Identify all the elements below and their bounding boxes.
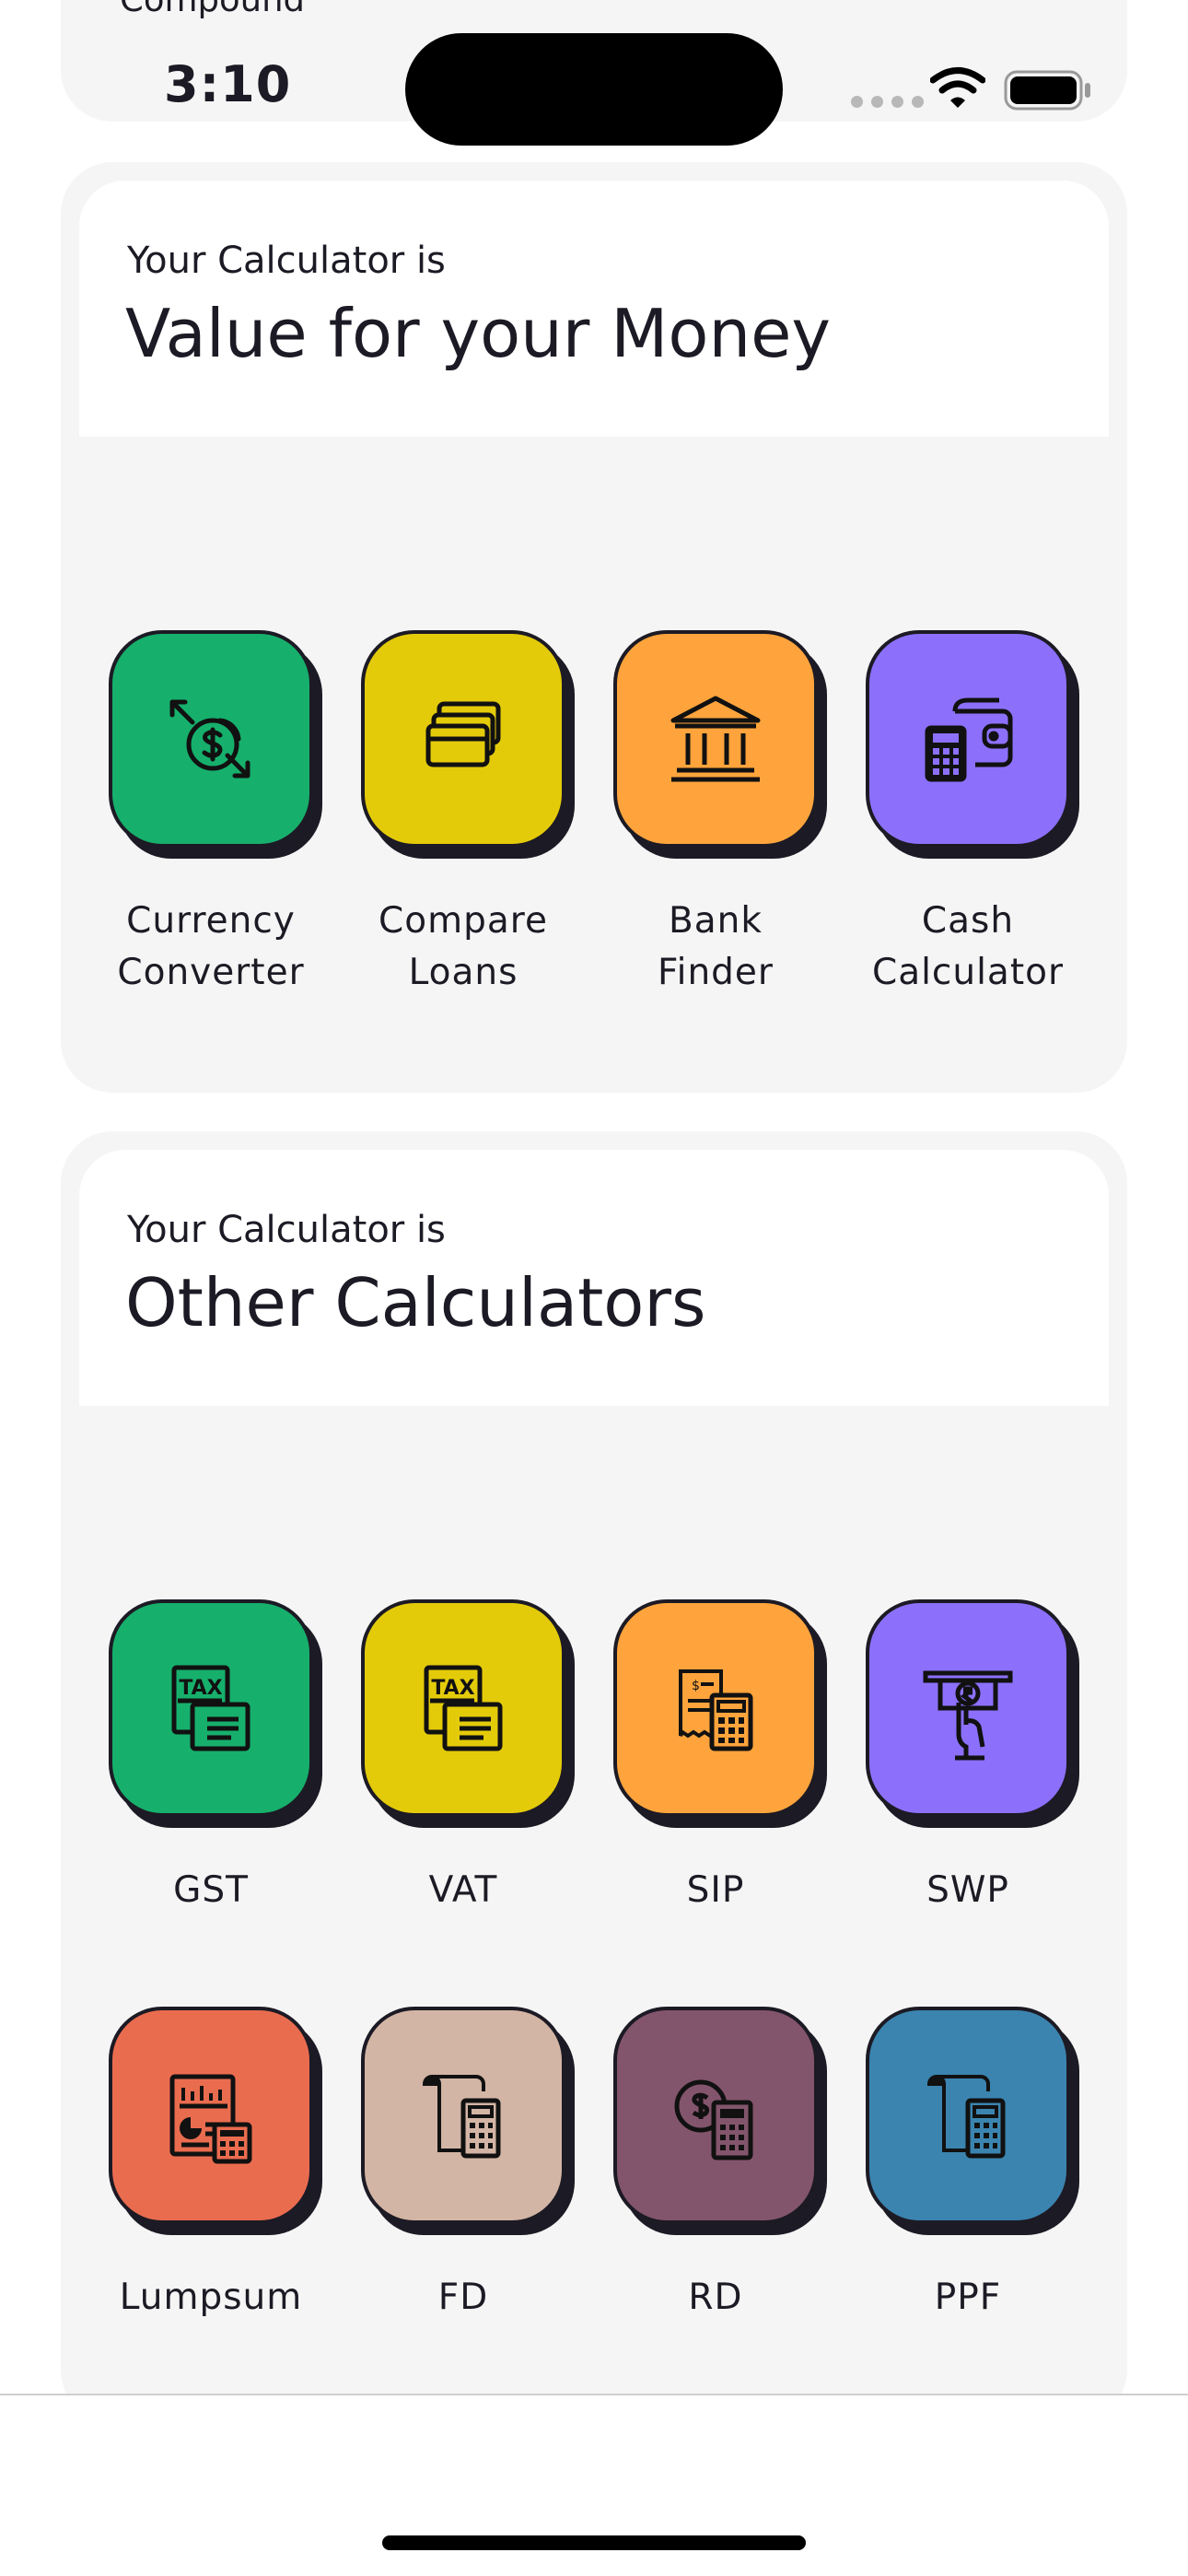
section-subtitle: Your Calculator is bbox=[127, 240, 446, 282]
svg-text:$: $ bbox=[692, 1679, 700, 1693]
cellular-signal-icon bbox=[851, 96, 924, 108]
wifi-icon bbox=[930, 67, 985, 108]
coin-calculator-icon bbox=[674, 2079, 753, 2160]
tile-currency-converter[interactable]: Currency Converter bbox=[109, 630, 322, 999]
tile-swp[interactable]: SWP bbox=[866, 1599, 1079, 1916]
tile-label: PPF bbox=[934, 2277, 1002, 2318]
tile-face bbox=[866, 1599, 1070, 1817]
status-icons bbox=[847, 64, 1096, 111]
section-header: Your Calculator is Other Calculators bbox=[79, 1150, 1109, 1406]
tax-document-icon: TAX bbox=[171, 1665, 250, 1751]
atm-withdraw-icon bbox=[923, 1670, 1013, 1761]
tile-face bbox=[866, 2007, 1070, 2224]
tile-label: GST bbox=[173, 1869, 249, 1911]
tile-vat[interactable]: TAX VAT bbox=[361, 1599, 575, 1916]
tile-face bbox=[613, 630, 818, 848]
section-value-for-money: Your Calculator is Value for your Money … bbox=[61, 162, 1127, 1093]
section-title: Other Calculators bbox=[125, 1264, 706, 1341]
tile-lumpsum[interactable]: Lumpsum bbox=[109, 2007, 322, 2324]
tile-face: $ bbox=[613, 1599, 818, 1817]
scroll-calculator-icon bbox=[422, 2075, 501, 2159]
tile-bank-finder[interactable]: Bank Finder bbox=[613, 630, 827, 999]
svg-text:TAX: TAX bbox=[431, 1677, 474, 1700]
tile-fd[interactable]: FD bbox=[361, 2007, 575, 2324]
tile-label: Currency Converter bbox=[117, 900, 305, 993]
receipt-calculator-icon: $ bbox=[679, 1669, 753, 1751]
dynamic-island bbox=[405, 33, 783, 146]
tile-compare-loans[interactable]: Compare Loans bbox=[361, 630, 575, 999]
tile-gst[interactable]: TAX GST bbox=[109, 1599, 322, 1916]
tile-label: SIP bbox=[686, 1869, 745, 1911]
tile-label: Cash Calculator bbox=[871, 900, 1065, 993]
bottom-divider bbox=[0, 2394, 1188, 2395]
previous-card-label: Compound bbox=[120, 0, 305, 19]
battery-icon bbox=[1004, 70, 1090, 111]
status-time: 3:10 bbox=[164, 55, 292, 113]
tile-face bbox=[109, 630, 313, 848]
wallet-calculator-icon bbox=[925, 697, 1013, 782]
currency-exchange-icon bbox=[169, 699, 250, 779]
tile-face bbox=[361, 630, 565, 848]
section-subtitle: Your Calculator is bbox=[127, 1209, 446, 1251]
tile-sip[interactable]: $ SIP bbox=[613, 1599, 827, 1916]
tile-rd[interactable]: RD bbox=[613, 2007, 827, 2324]
tile-face bbox=[613, 2007, 818, 2224]
section-other-calculators: Your Calculator is Other Calculators TAX… bbox=[61, 1131, 1127, 2421]
scroll-calculator-icon bbox=[926, 2075, 1006, 2159]
section-header: Your Calculator is Value for your Money bbox=[79, 181, 1109, 437]
tile-face: TAX bbox=[361, 1599, 565, 1817]
section-title: Value for your Money bbox=[125, 295, 831, 372]
bank-icon bbox=[670, 696, 761, 782]
tile-face bbox=[109, 2007, 313, 2224]
tile-label: Compare Loans bbox=[379, 900, 548, 993]
home-indicator[interactable] bbox=[382, 2535, 806, 2550]
tile-label: RD bbox=[688, 2277, 743, 2318]
tile-face bbox=[361, 2007, 565, 2224]
tile-cash-calculator[interactable]: Cash Calculator bbox=[866, 630, 1079, 999]
tile-face bbox=[866, 630, 1070, 848]
cards-icon bbox=[425, 701, 501, 767]
tile-label: FD bbox=[437, 2277, 489, 2318]
report-calculator-icon bbox=[169, 2074, 252, 2164]
tile-label: SWP bbox=[926, 1869, 1009, 1911]
tile-label: VAT bbox=[428, 1869, 498, 1911]
tile-face: TAX bbox=[109, 1599, 313, 1817]
tile-label: Lumpsum bbox=[119, 2277, 303, 2318]
svg-text:TAX: TAX bbox=[179, 1677, 222, 1700]
tile-ppf[interactable]: PPF bbox=[866, 2007, 1079, 2324]
tile-label: Bank Finder bbox=[658, 900, 774, 993]
tax-document-icon: TAX bbox=[424, 1665, 503, 1751]
